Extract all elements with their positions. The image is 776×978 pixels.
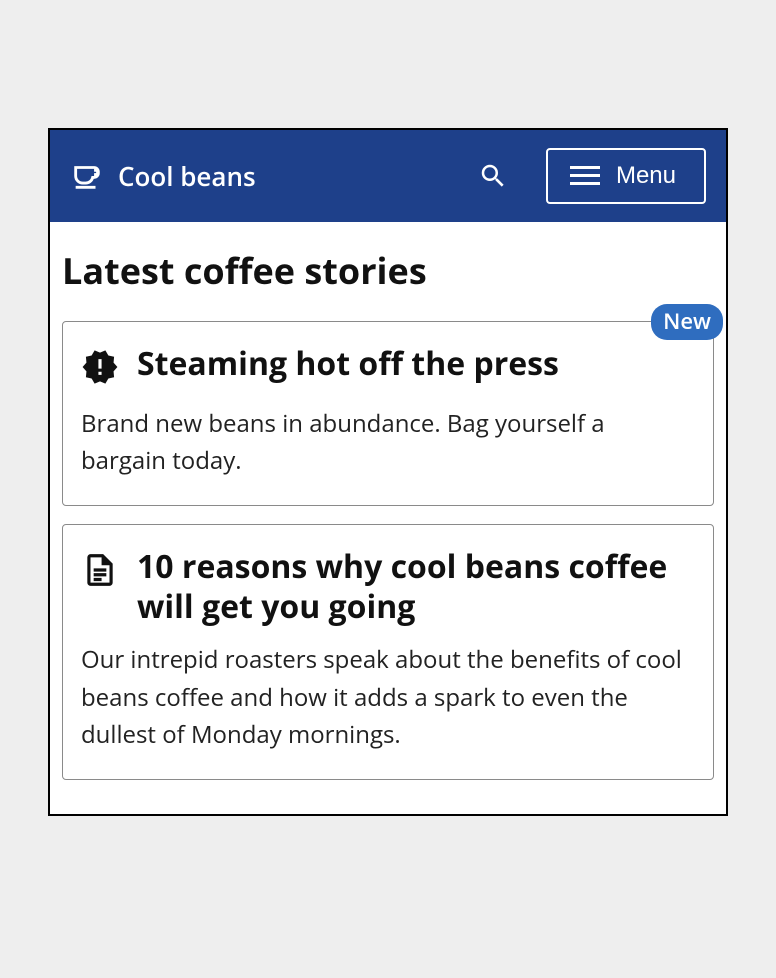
coffee-cup-icon [70,159,104,193]
page-title: Latest coffee stories [62,246,714,295]
brand[interactable]: Cool beans [70,158,458,194]
story-card[interactable]: 10 reasons why cool beans coffee will ge… [62,524,714,780]
menu-button[interactable]: Menu [546,148,706,204]
hamburger-icon [570,164,600,188]
story-card[interactable]: New Steaming hot off the press Brand new… [62,321,714,506]
search-icon [478,161,508,191]
new-badge: New [651,304,723,340]
search-button[interactable] [472,155,514,197]
card-body: Our intrepid roasters speak about the be… [81,641,695,753]
brand-name: Cool beans [118,158,256,194]
menu-label: Menu [616,162,676,190]
card-title: Steaming hot off the press [137,344,559,384]
main-content: Latest coffee stories New Steaming hot o… [50,222,726,814]
new-releases-icon [81,344,119,391]
article-icon [81,547,119,594]
app-frame: Cool beans Menu Latest coffee stories Ne… [48,128,728,816]
app-header: Cool beans Menu [50,130,726,222]
card-header: 10 reasons why cool beans coffee will ge… [81,547,695,627]
card-body: Brand new beans in abundance. Bag yourse… [81,405,695,479]
card-header: Steaming hot off the press [81,344,695,391]
card-title: 10 reasons why cool beans coffee will ge… [137,547,695,627]
